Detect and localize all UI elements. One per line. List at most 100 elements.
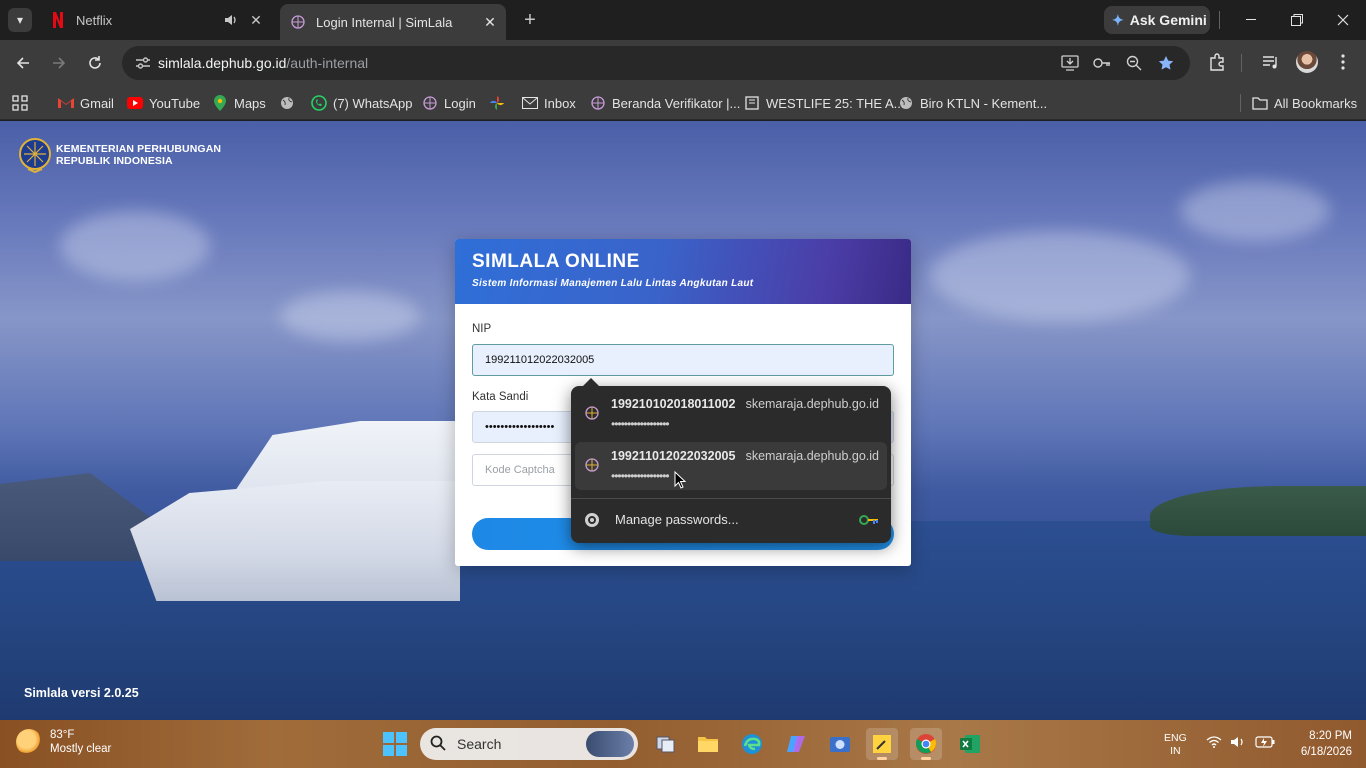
sticky-notes-icon[interactable] [866,728,898,760]
tab-simlala[interactable]: Login Internal | SimLala ✕ [280,4,506,40]
zoom-icon[interactable] [1124,53,1144,73]
browser-toolbar: simlala.dephub.go.id/auth-internal [0,40,1366,86]
cruise-ship [130,481,460,601]
url-text: simlala.dephub.go.id/auth-internal [158,55,368,71]
chevron-down-icon: ▾ [16,13,24,27]
manage-passwords-item[interactable]: Manage passwords... [571,500,891,540]
close-tab-icon[interactable]: ✕ [480,12,500,32]
bookmark-whatsapp[interactable]: (7) WhatsApp [311,92,412,114]
bookmark-maps[interactable]: Maps [212,92,266,114]
popup-caret [583,378,599,386]
windows-logo-pane [383,745,394,756]
bookmark-westlife[interactable]: WESTLIFE 25: THE A... [744,92,904,114]
nip-input[interactable]: 199211012022032005 [472,344,894,376]
extensions-icon[interactable] [1205,50,1229,74]
port [0,473,150,561]
active-indicator [877,757,887,760]
install-app-icon[interactable] [1060,53,1080,73]
island [1150,486,1366,536]
search-label: Search [457,736,502,752]
org-line-2: REPUBLIK INDONESIA [56,155,173,167]
camera-app-icon[interactable] [824,728,856,760]
autofill-suggestion[interactable]: 199211012022032005 skemaraja.dephub.go.i… [575,442,887,490]
task-view-icon[interactable] [650,728,682,760]
weather-condition: Mostly clear [50,743,112,755]
minimize-button[interactable] [1228,0,1274,40]
all-bookmarks-button[interactable]: All Bookmarks [1252,92,1357,114]
weather-widget[interactable]: 83°F Mostly clear [16,728,111,756]
windows-logo-pane [396,732,407,743]
menu-kebab-icon[interactable] [1331,50,1355,74]
forward-button[interactable] [46,50,72,76]
bookmark-label: YouTube [149,95,201,111]
bookmark-label: Beranda Verifikator |... [612,95,741,111]
bookmark-label: Login [444,95,476,111]
bookmark-star-icon[interactable] [1156,53,1176,73]
cloud [280,291,420,341]
back-button[interactable] [10,50,36,76]
bookmark-youtube[interactable]: YouTube [127,92,200,114]
tab-strip: ▾ Netflix ✕ Login Internal | SimLala ✕ +… [0,0,1366,40]
card-header: SIMLALA ONLINE Sistem Informasi Manajeme… [455,239,911,304]
windows-logo-pane [383,732,394,743]
gmail-icon [58,95,74,111]
bookmark-page-icon [744,95,760,111]
reload-button[interactable] [82,50,108,76]
battery-icon[interactable] [1255,736,1275,751]
address-bar[interactable]: simlala.dephub.go.id/auth-internal [122,46,1190,80]
close-tab-icon[interactable]: ✕ [246,10,266,30]
language-line-1: ENG [1164,732,1187,744]
bookmark-label: Biro KTLN - Kement... [920,95,1048,111]
site-info-icon[interactable] [134,54,152,72]
chrome-taskbar-icon[interactable] [910,728,942,760]
profile-avatar[interactable] [1296,51,1318,73]
restore-button[interactable] [1274,0,1320,40]
bookmark-pinwheel[interactable] [489,92,511,114]
search-icon [430,735,446,751]
apps-grid-icon[interactable] [12,92,28,114]
ask-gemini-button[interactable]: ✦ Ask Gemini [1104,6,1210,34]
edge-icon[interactable] [736,728,768,760]
file-explorer-icon[interactable] [692,728,724,760]
media-control-icon[interactable] [1259,50,1283,74]
nip-label: NIP [472,323,492,335]
bookmark-gmail[interactable]: Gmail [58,92,114,114]
pinwheel-icon [489,95,505,111]
divider [1241,54,1242,72]
tab-search-button[interactable]: ▾ [8,8,32,32]
bookmark-globe[interactable] [279,92,301,114]
system-clock[interactable]: 8:20 PM 6/18/2026 [1282,728,1352,760]
language-indicator[interactable]: ENG IN [1164,732,1187,758]
chrome-icon [585,513,599,527]
close-window-button[interactable] [1320,0,1366,40]
url-path: /auth-internal [286,55,369,71]
netflix-icon [50,12,66,28]
taskbar-search[interactable]: Search [420,728,638,760]
whatsapp-icon [311,95,327,111]
new-tab-button[interactable]: + [518,8,542,32]
active-indicator [921,757,931,760]
suggestion-password: •••••••••••••••••• [611,469,670,483]
password-key-icon[interactable] [1092,53,1112,73]
excel-icon[interactable] [954,728,986,760]
globe-icon [279,95,295,111]
tab-netflix[interactable]: Netflix ✕ [40,4,272,36]
simlala-globe-icon [585,406,599,420]
bookmark-label: (7) WhatsApp [333,95,413,111]
copilot-icon[interactable] [780,728,812,760]
bookmark-beranda-verifikator[interactable]: Beranda Verifikator |... [590,92,740,114]
wifi-icon[interactable] [1206,736,1222,751]
bookmark-login[interactable]: Login [422,92,476,114]
ministry-logo-icon [19,138,51,173]
bookmark-inbox[interactable]: Inbox [522,92,576,114]
bookmark-label: WESTLIFE 25: THE A... [766,95,905,111]
bookmark-biro-ktln[interactable]: Biro KTLN - Kement... [898,92,1047,114]
cloud [60,211,210,281]
windows-taskbar: 83°F Mostly clear Search ENG IN 8:20 PM … [0,720,1366,768]
speaker-icon[interactable] [222,11,240,29]
volume-icon[interactable] [1230,736,1246,751]
autofill-suggestion[interactable]: 199210102018011002 skemaraja.dephub.go.i… [575,390,887,438]
bookmark-label: Inbox [544,95,576,111]
start-button[interactable] [383,732,407,756]
divider [1240,94,1241,112]
